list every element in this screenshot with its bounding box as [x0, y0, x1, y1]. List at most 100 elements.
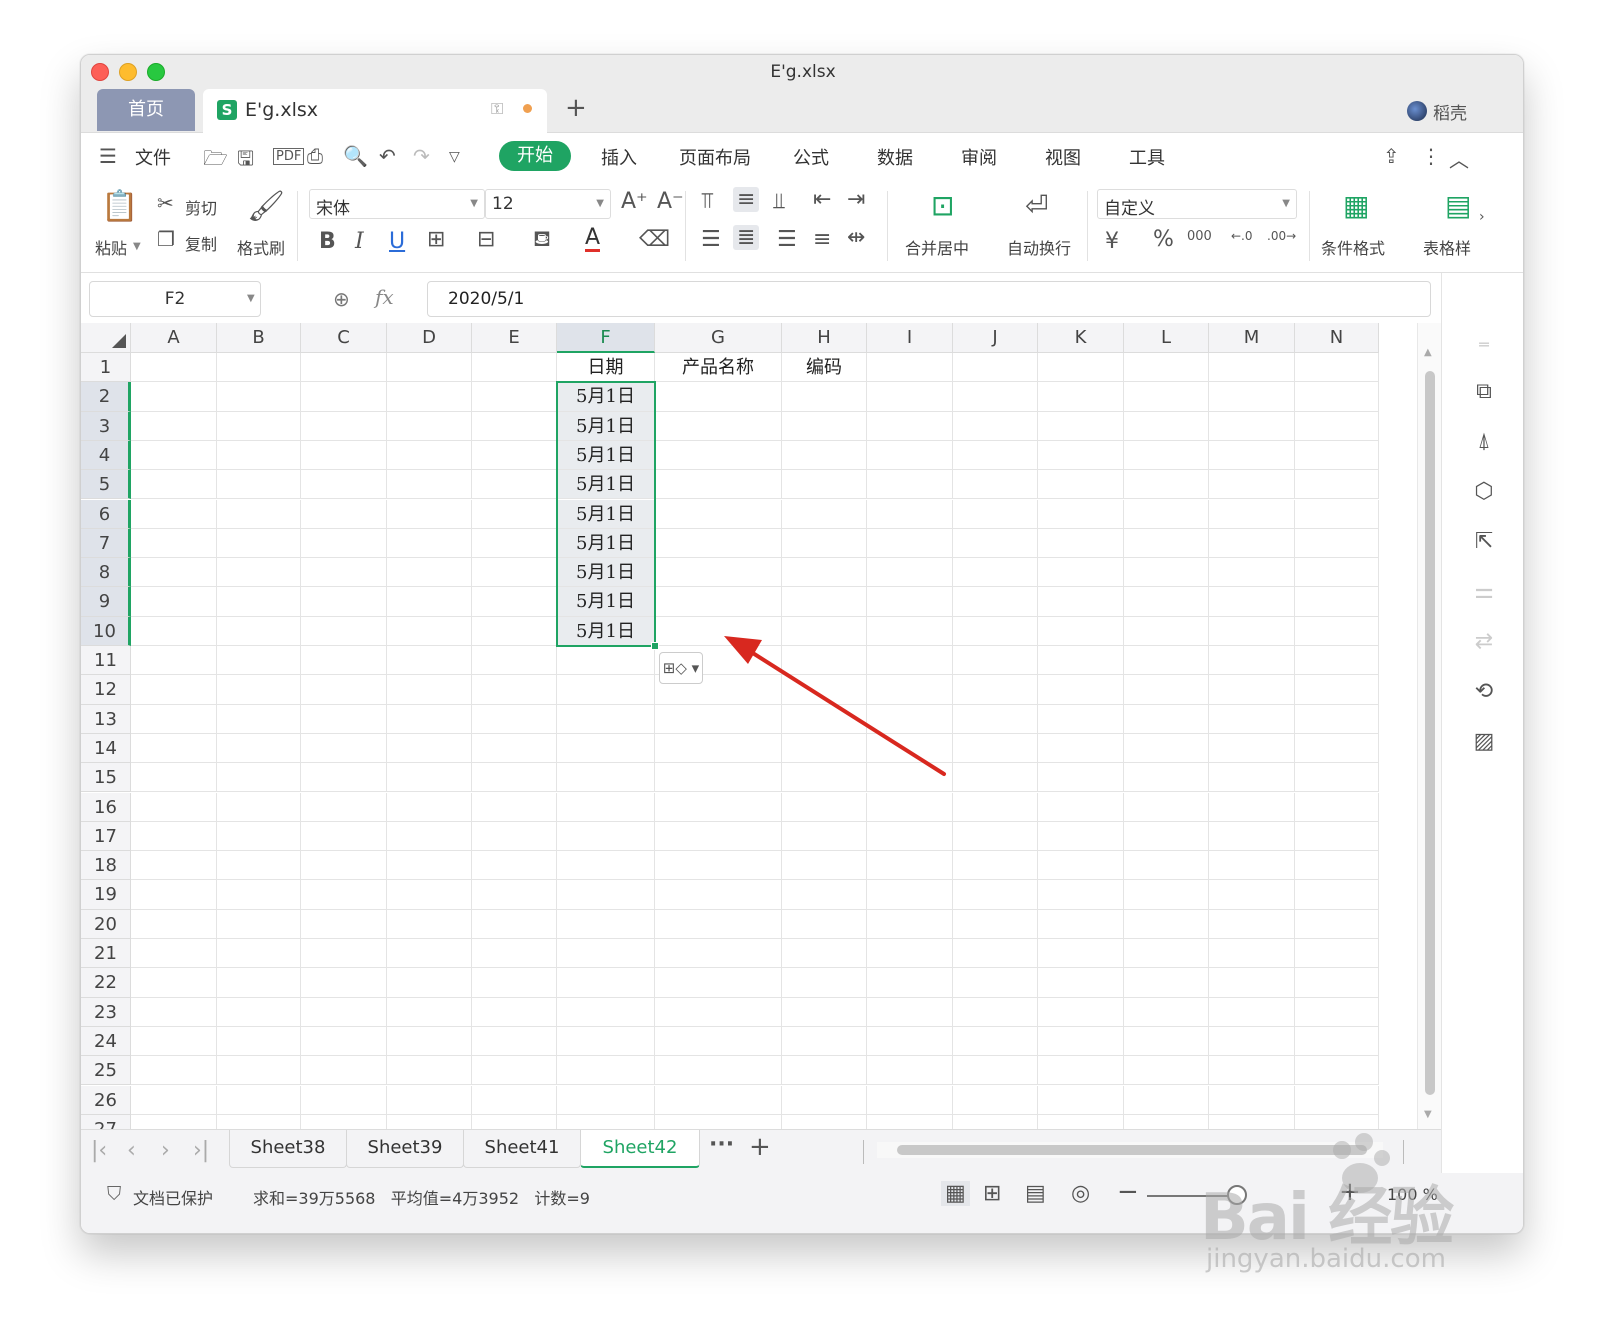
cell-i23[interactable]: [867, 997, 953, 1027]
cell-m12[interactable]: [1209, 675, 1295, 705]
cell-h4[interactable]: [782, 440, 867, 471]
cell-e17[interactable]: [472, 821, 557, 852]
cell-i1[interactable]: [867, 353, 953, 383]
account-label[interactable]: 稻壳: [1433, 99, 1467, 124]
row-header-22[interactable]: 22: [81, 968, 131, 998]
cell-a20[interactable]: [131, 909, 217, 939]
cell-h18[interactable]: [782, 851, 867, 881]
cell-j12[interactable]: [953, 675, 1038, 705]
cell-b5[interactable]: [217, 470, 301, 500]
cell-n24[interactable]: [1295, 1026, 1379, 1057]
shield-icon[interactable]: ⬡: [1464, 479, 1504, 504]
cell-n3[interactable]: [1295, 411, 1379, 441]
cell-l21[interactable]: [1124, 939, 1209, 969]
column-header-g[interactable]: G: [655, 323, 782, 353]
column-header-e[interactable]: E: [472, 323, 557, 353]
cell-d2[interactable]: [387, 382, 472, 412]
paste-chevron-icon[interactable]: ▼: [133, 241, 141, 252]
cell-k7[interactable]: [1038, 528, 1124, 559]
scroll-up-icon[interactable]: ▲: [1424, 347, 1432, 358]
cell-l16[interactable]: [1124, 792, 1209, 822]
cell-a3[interactable]: [131, 411, 217, 441]
cell-i3[interactable]: [867, 411, 953, 441]
cell-a1[interactable]: [131, 353, 217, 383]
cell-j6[interactable]: [953, 499, 1038, 529]
tab-data[interactable]: 数据: [877, 144, 913, 170]
cell-a5[interactable]: [131, 470, 217, 500]
cell-f1[interactable]: 日期: [557, 353, 655, 383]
cell-h21[interactable]: [782, 939, 867, 969]
cell-k11[interactable]: [1038, 646, 1124, 676]
cell-a26[interactable]: [131, 1085, 217, 1115]
cell-l14[interactable]: [1124, 733, 1209, 764]
cell-d21[interactable]: [387, 939, 472, 969]
formula-input[interactable]: 2020/5/1: [427, 281, 1431, 317]
cell-i20[interactable]: [867, 909, 953, 939]
increase-decimal-icon[interactable]: ←.0: [1231, 229, 1253, 243]
cell-c18[interactable]: [301, 851, 387, 881]
cell-i5[interactable]: [867, 470, 953, 500]
cell-c2[interactable]: [301, 382, 387, 412]
add-sheet-button[interactable]: +: [749, 1132, 771, 1162]
cell-j1[interactable]: [953, 353, 1038, 383]
number-format-select[interactable]: 自定义 ▼: [1097, 189, 1297, 219]
cell-h14[interactable]: [782, 733, 867, 764]
cell-d3[interactable]: [387, 411, 472, 441]
cell-d10[interactable]: [387, 616, 472, 646]
cell-j7[interactable]: [953, 528, 1038, 559]
row-header-11[interactable]: 11: [81, 646, 131, 676]
cell-i21[interactable]: [867, 939, 953, 969]
cell-e12[interactable]: [472, 675, 557, 705]
cell-g8[interactable]: [655, 558, 782, 588]
cell-h2[interactable]: [782, 382, 867, 412]
cell-h16[interactable]: [782, 792, 867, 822]
cell-e11[interactable]: [472, 646, 557, 676]
cell-i9[interactable]: [867, 587, 953, 617]
cell-i18[interactable]: [867, 851, 953, 881]
row-header-19[interactable]: 19: [81, 880, 131, 910]
sheet-tab-sheet42[interactable]: Sheet42: [580, 1130, 700, 1168]
cell-n26[interactable]: [1295, 1085, 1379, 1115]
cell-m8[interactable]: [1209, 558, 1295, 588]
cell-l24[interactable]: [1124, 1026, 1209, 1057]
cell-k5[interactable]: [1038, 470, 1124, 500]
protection-status[interactable]: 文档已保护: [133, 1185, 213, 1209]
cell-k18[interactable]: [1038, 851, 1124, 881]
cell-e2[interactable]: [472, 382, 557, 412]
cell-f2[interactable]: 5月1日: [557, 382, 655, 412]
cell-f22[interactable]: [557, 968, 655, 998]
cell-e13[interactable]: [472, 704, 557, 734]
row-header-21[interactable]: 21: [81, 939, 131, 969]
cell-d11[interactable]: [387, 646, 472, 676]
underline-button[interactable]: U: [389, 229, 405, 254]
cell-j20[interactable]: [953, 909, 1038, 939]
cell-g16[interactable]: [655, 792, 782, 822]
cell-m16[interactable]: [1209, 792, 1295, 822]
cell-d7[interactable]: [387, 528, 472, 559]
column-header-j[interactable]: J: [953, 323, 1038, 353]
cell-d17[interactable]: [387, 821, 472, 852]
cell-k2[interactable]: [1038, 382, 1124, 412]
cell-h3[interactable]: [782, 411, 867, 441]
cell-h15[interactable]: [782, 763, 867, 793]
cell-n6[interactable]: [1295, 499, 1379, 529]
cell-b20[interactable]: [217, 909, 301, 939]
cell-h26[interactable]: [782, 1085, 867, 1115]
cell-g22[interactable]: [655, 968, 782, 998]
cell-a25[interactable]: [131, 1056, 217, 1086]
cell-l4[interactable]: [1124, 440, 1209, 471]
cell-j10[interactable]: [953, 616, 1038, 646]
vertical-scroll-thumb[interactable]: [1425, 371, 1435, 1095]
cell-b2[interactable]: [217, 382, 301, 412]
cell-c14[interactable]: [301, 733, 387, 764]
cell-k21[interactable]: [1038, 939, 1124, 969]
cell-f16[interactable]: [557, 792, 655, 822]
cell-b16[interactable]: [217, 792, 301, 822]
cell-c4[interactable]: [301, 440, 387, 471]
cell-a6[interactable]: [131, 499, 217, 529]
cell-m22[interactable]: [1209, 968, 1295, 998]
cell-n14[interactable]: [1295, 733, 1379, 764]
cell-c16[interactable]: [301, 792, 387, 822]
cell-k12[interactable]: [1038, 675, 1124, 705]
tab-page-layout[interactable]: 页面布局: [679, 144, 751, 170]
